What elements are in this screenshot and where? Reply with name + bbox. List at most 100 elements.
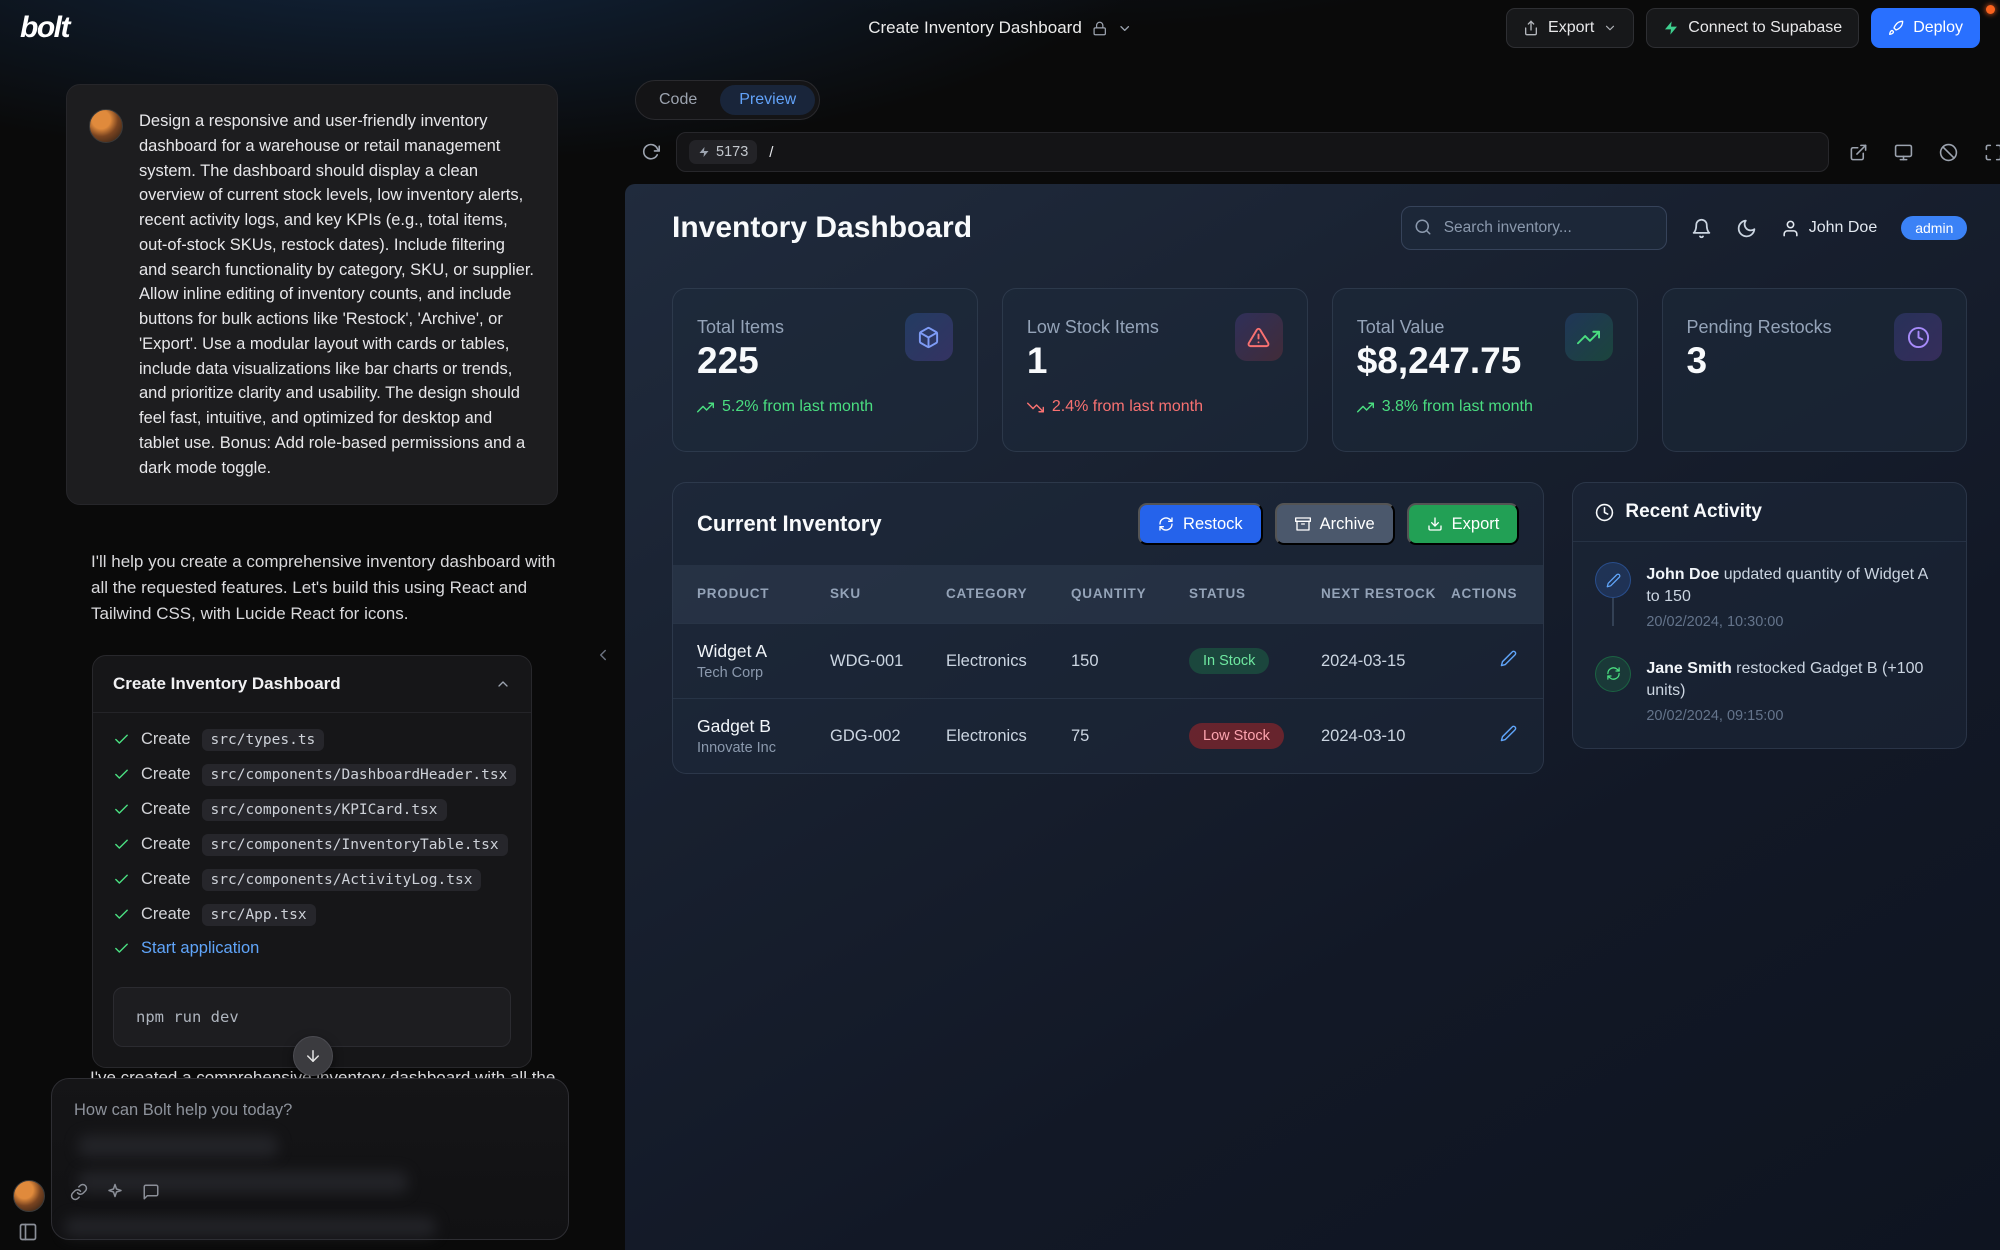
activity-actor: John Doe: [1646, 566, 1719, 583]
table-row[interactable]: Gadget B Innovate Inc GDG-002 Electronic…: [673, 698, 1543, 773]
check-icon: [113, 836, 130, 853]
lock-icon: [1092, 21, 1107, 36]
connect-supabase-button[interactable]: Connect to Supabase: [1646, 8, 1859, 48]
user-avatar: [89, 109, 123, 143]
status-badge: In Stock: [1189, 648, 1269, 674]
artifact-steps: Create src/types.ts Create src/component…: [93, 713, 531, 977]
kpi-card-low-stock: Low Stock Items 1 2.4% from last month: [1002, 288, 1308, 452]
artifact-title: Create Inventory Dashboard: [113, 674, 341, 694]
column-quantity: Quantity: [1071, 585, 1189, 603]
kpi-card-pending-restocks: Pending Restocks 3: [1662, 288, 1968, 452]
kpi-card-total-items: Total Items 225 5.2% from last month: [672, 288, 978, 452]
collapse-chat-handle[interactable]: [594, 646, 612, 664]
fullscreen-icon[interactable]: [1978, 137, 2000, 168]
activity-text: John Doe updated quantity of Widget A to…: [1646, 562, 1944, 609]
bolt-logo[interactable]: bolt: [20, 11, 69, 45]
step-action: Create: [141, 730, 191, 749]
chat-mode-icon[interactable]: [142, 1183, 160, 1201]
edit-icon: [1595, 562, 1631, 598]
artifact-header[interactable]: Create Inventory Dashboard: [93, 656, 531, 713]
start-application-link[interactable]: Start application: [141, 939, 259, 958]
dark-mode-toggle-icon[interactable]: [1736, 218, 1757, 239]
address-bar[interactable]: 5173 /: [676, 132, 1829, 172]
inventory-title: Current Inventory: [697, 511, 882, 537]
port-badge: 5173: [689, 140, 757, 164]
bell-icon[interactable]: [1691, 218, 1712, 239]
step-file[interactable]: src/components/KPICard.tsx: [202, 799, 447, 821]
activity-time: 20/02/2024, 09:15:00: [1646, 708, 1944, 724]
trending-down-icon: [1027, 399, 1044, 416]
product-name: Widget A: [697, 641, 830, 662]
cell-quantity[interactable]: 150: [1071, 652, 1189, 671]
archive-icon: [1295, 516, 1311, 532]
artifact-step: Create src/components/KPICard.tsx: [113, 799, 511, 821]
account-avatar[interactable]: [13, 1180, 45, 1212]
search-input[interactable]: [1401, 206, 1667, 250]
redacted-text: [78, 1135, 278, 1157]
tab-preview[interactable]: Preview: [720, 85, 815, 115]
chevron-up-icon[interactable]: [495, 676, 511, 692]
check-icon: [113, 731, 130, 748]
reload-icon[interactable]: [635, 137, 666, 168]
kpi-value: $8,247.75: [1357, 340, 1522, 382]
download-icon: [1427, 516, 1443, 532]
device-preview-icon[interactable]: [1888, 137, 1919, 168]
step-action: Create: [141, 835, 191, 854]
app-preview: Inventory Dashboard: [625, 184, 2000, 1250]
step-file[interactable]: src/App.tsx: [202, 904, 316, 926]
step-file[interactable]: src/types.ts: [202, 729, 325, 751]
export-data-label: Export: [1452, 515, 1500, 534]
artifact-step: Create src/components/InventoryTable.tsx: [113, 834, 511, 856]
activity-time: 20/02/2024, 10:30:00: [1646, 614, 1944, 630]
chat-panel: Design a responsive and user-friendly in…: [0, 56, 625, 1250]
kpi-trend-text: 2.4% from last month: [1052, 398, 1203, 416]
kpi-card-total-value: Total Value $8,247.75 3.8% from last mon…: [1332, 288, 1638, 452]
export-button[interactable]: Export: [1506, 8, 1634, 48]
artifact-card: Create Inventory Dashboard Create src/ty…: [92, 655, 532, 1068]
chat-messages: Design a responsive and user-friendly in…: [66, 84, 558, 1068]
inspector-toggle-icon[interactable]: [1933, 137, 1964, 168]
kpi-label: Total Value: [1357, 313, 1522, 338]
cell-quantity[interactable]: 75: [1071, 727, 1189, 746]
activity-item: Jane Smith restocked Gadget B (+100 unit…: [1595, 656, 1944, 724]
trending-up-icon: [1357, 399, 1374, 416]
trending-up-icon: [1565, 313, 1613, 361]
connect-supabase-label: Connect to Supabase: [1688, 19, 1842, 37]
step-file[interactable]: src/components/DashboardHeader.tsx: [202, 764, 517, 786]
chat-input-panel: [51, 1078, 569, 1240]
view-tabs: Code Preview: [635, 80, 820, 120]
supabase-icon: [1663, 20, 1679, 36]
step-file[interactable]: src/components/ActivityLog.tsx: [202, 869, 482, 891]
enhance-prompt-icon[interactable]: [106, 1183, 124, 1201]
user-menu[interactable]: John Doe: [1781, 219, 1878, 238]
scroll-to-bottom-button[interactable]: [293, 1036, 333, 1076]
edit-icon[interactable]: [1500, 725, 1517, 742]
cell-sku: WDG-001: [830, 652, 946, 671]
project-title-menu[interactable]: Create Inventory Dashboard: [868, 0, 1132, 56]
user-message: Design a responsive and user-friendly in…: [66, 84, 558, 505]
export-data-button[interactable]: Export: [1407, 503, 1520, 545]
deploy-button[interactable]: Deploy: [1871, 8, 1980, 48]
open-external-icon[interactable]: [1843, 137, 1874, 168]
kpi-value: 3: [1687, 340, 1832, 382]
dashboard-header: Inventory Dashboard: [625, 184, 2000, 258]
kpi-label: Total Items: [697, 313, 784, 338]
restock-button[interactable]: Restock: [1138, 503, 1263, 545]
check-icon: [113, 940, 130, 957]
share-icon: [1523, 20, 1539, 36]
sidebar-toggle-icon[interactable]: [18, 1222, 38, 1242]
recent-activity-card: Recent Activity John Doe updated quantit…: [1572, 482, 1967, 749]
table-row[interactable]: Widget A Tech Corp WDG-001 Electronics 1…: [673, 623, 1543, 698]
browser-toolbar: 5173 /: [635, 132, 2000, 172]
artifact-step-start: Start application: [113, 939, 511, 958]
tab-code[interactable]: Code: [640, 85, 716, 115]
attach-link-icon[interactable]: [70, 1183, 88, 1201]
column-next-restock: Next Restock: [1321, 585, 1451, 603]
artifact-step: Create src/App.tsx: [113, 904, 511, 926]
activity-title: Recent Activity: [1625, 501, 1762, 523]
edit-icon[interactable]: [1500, 650, 1517, 667]
kpi-row: Total Items 225 5.2% from last month: [625, 258, 2000, 452]
column-actions: Actions: [1451, 585, 1543, 603]
step-file[interactable]: src/components/InventoryTable.tsx: [202, 834, 508, 856]
archive-button[interactable]: Archive: [1275, 503, 1395, 545]
